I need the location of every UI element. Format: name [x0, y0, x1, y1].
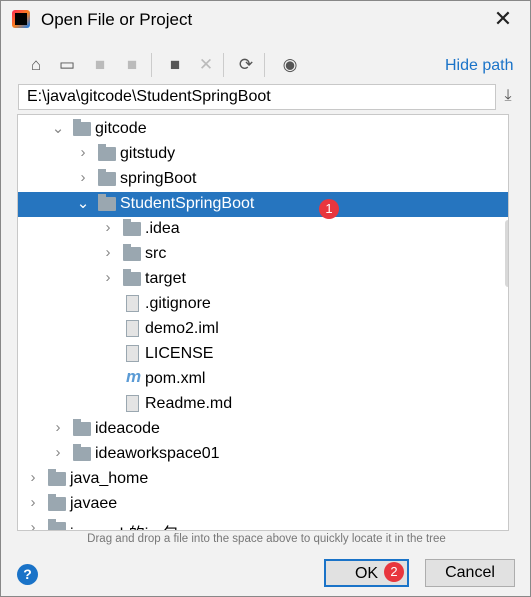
tree-item[interactable]: › javaee: [18, 492, 508, 517]
delete-icon[interactable]: ✕: [195, 55, 217, 75]
tree-item-label: java_home: [70, 470, 149, 487]
show-hidden-icon[interactable]: ◉: [279, 55, 301, 75]
folder-icon: [123, 219, 141, 236]
tree-item[interactable]: › java_home: [18, 467, 508, 492]
chevron-right-icon[interactable]: ›: [76, 144, 90, 161]
tree-item[interactable]: ⌄ StudentSpringBoot: [18, 192, 508, 217]
folder-icon: [98, 194, 116, 211]
tree-item[interactable]: › ideacode: [18, 417, 508, 442]
new-folder-icon[interactable]: ■: [164, 55, 186, 75]
chevron-right-icon[interactable]: ›: [101, 244, 115, 261]
chevron-right-icon[interactable]: ›: [51, 444, 65, 461]
annotation-badge-1: 1: [319, 199, 339, 219]
folder-icon: [98, 144, 116, 161]
home-icon[interactable]: ⌂: [25, 55, 47, 75]
module-icon[interactable]: ■: [121, 55, 143, 75]
tree-item-label: .idea: [145, 220, 180, 237]
tree-item[interactable]: › target: [18, 267, 508, 292]
tree-item-label: .gitignore: [145, 295, 211, 312]
tree-item-label: gitstudy: [120, 145, 176, 162]
project-icon[interactable]: ■: [89, 55, 111, 75]
folder-icon: [48, 519, 66, 530]
file-tree[interactable]: › javaweb的jar包 › javaee › java_home › ideaworks…: [17, 114, 509, 531]
dialog-title: Open File or Project: [41, 10, 193, 29]
app-logo: [12, 10, 30, 28]
hide-path-link[interactable]: Hide path: [445, 57, 514, 75]
tree-item[interactable]: › springBoot: [18, 167, 508, 192]
tree-item-label: ideacode: [95, 420, 160, 437]
cancel-button[interactable]: Cancel: [425, 559, 515, 587]
tree-item-label: StudentSpringBoot: [120, 195, 255, 212]
tree-item[interactable]: › gitstudy: [18, 142, 508, 167]
chevron-right-icon[interactable]: ›: [76, 169, 90, 186]
tree-item-label: Readme.md: [145, 395, 233, 412]
tree-item[interactable]: › .idea: [18, 217, 508, 242]
tree-item[interactable]: ⌄ gitcode: [18, 117, 508, 142]
chevron-down-icon[interactable]: ⌄: [51, 119, 65, 137]
tree-item-label: pom.xml: [145, 370, 206, 387]
help-icon[interactable]: ?: [17, 564, 38, 585]
path-input[interactable]: E:\java\gitcode\StudentSpringBoot: [18, 84, 496, 110]
tree-item-label: springBoot: [120, 170, 197, 187]
tree-item[interactable]: .gitignore: [18, 292, 508, 317]
tree-item[interactable]: m pom.xml: [18, 367, 508, 392]
folder-icon: [123, 244, 141, 261]
tree-item[interactable]: › ideaworkspace01: [18, 442, 508, 467]
file-icon: [126, 395, 139, 412]
maven-icon: m: [126, 367, 142, 386]
divider: [151, 53, 152, 77]
chevron-right-icon[interactable]: ›: [26, 469, 40, 486]
tree-item-label: javaweb的jar包: [70, 520, 179, 530]
divider: [264, 53, 265, 77]
folder-icon: [98, 169, 116, 186]
tree-item-label: gitcode: [95, 120, 147, 137]
tree-item-label: src: [145, 245, 167, 262]
chevron-right-icon[interactable]: ›: [101, 219, 115, 236]
tree-item[interactable]: LICENSE: [18, 342, 508, 367]
chevron-right-icon[interactable]: ›: [26, 494, 40, 511]
tree-item[interactable]: demo2.iml: [18, 317, 508, 342]
tree-item-label: LICENSE: [145, 345, 214, 362]
file-icon: [126, 295, 139, 312]
chevron-right-icon[interactable]: ›: [101, 269, 115, 286]
folder-icon: [48, 494, 66, 511]
file-icon: [126, 320, 139, 337]
tree-item-label: demo2.iml: [145, 320, 219, 337]
folder-icon: [48, 469, 66, 486]
refresh-icon[interactable]: ⟳: [235, 55, 257, 75]
divider: [223, 53, 224, 77]
tree-item-label: ideaworkspace01: [95, 445, 220, 462]
folder-icon: [123, 269, 141, 286]
tree-item-label: target: [145, 270, 186, 287]
tree-item[interactable]: Readme.md: [18, 392, 508, 417]
chevron-down-icon[interactable]: ⌄: [76, 194, 90, 212]
close-icon[interactable]: ✕: [491, 6, 515, 32]
tree-item[interactable]: › src: [18, 242, 508, 267]
file-icon: [126, 345, 139, 362]
chevron-right-icon[interactable]: ›: [26, 519, 40, 530]
drag-hint: Drag and drop a file into the space abov…: [87, 533, 446, 545]
chevron-right-icon[interactable]: ›: [51, 419, 65, 436]
download-icon[interactable]: ⤓: [497, 87, 519, 105]
tree-item[interactable]: › javaweb的jar包: [18, 517, 508, 530]
scrollbar[interactable]: [505, 220, 508, 287]
desktop-icon[interactable]: ▭: [56, 55, 78, 75]
annotation-badge-2: 2: [384, 562, 404, 582]
folder-icon: [73, 419, 91, 436]
folder-icon: [73, 119, 91, 136]
tree-item-label: javaee: [70, 495, 118, 512]
folder-icon: [73, 444, 91, 461]
